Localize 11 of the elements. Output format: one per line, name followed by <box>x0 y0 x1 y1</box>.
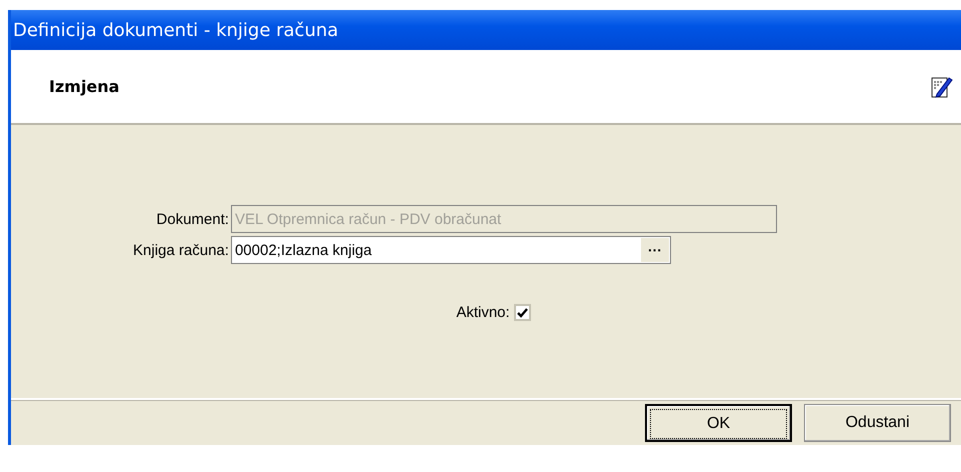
checkbox-label: Aktivno: <box>456 304 510 321</box>
window-title: Definicija dokumenti - knjige računa <box>13 20 338 40</box>
field-label: Knjiga računa: <box>133 242 229 258</box>
notepad-pencil-icon <box>931 74 953 98</box>
browse-button[interactable]: ··· <box>640 238 669 262</box>
dialog-button[interactable]: OK <box>645 404 792 442</box>
dialog-button[interactable]: Odustani <box>804 404 951 442</box>
input-field[interactable]: 00002;Izlazna knjiga ··· <box>230 236 671 264</box>
checkbox[interactable] <box>514 304 531 321</box>
field-label: Dokument: <box>155 210 229 228</box>
header-title: Izmjena <box>49 77 120 96</box>
